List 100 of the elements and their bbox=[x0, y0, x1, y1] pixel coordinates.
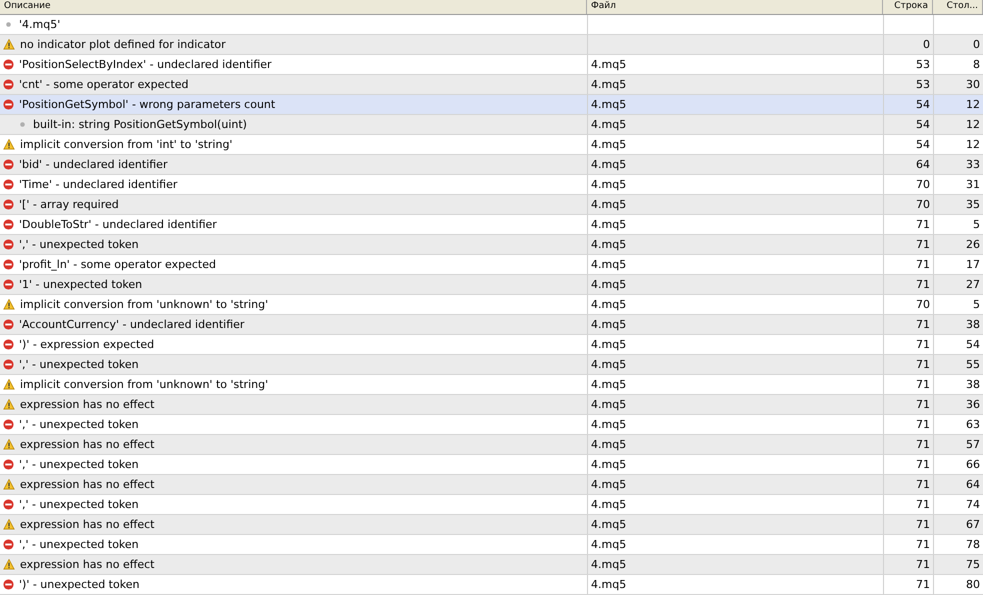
table-row[interactable]: '[' - array required 4.mq5 70 35 bbox=[0, 195, 983, 215]
table-row[interactable]: ',' - unexpected token 4.mq5 71 63 bbox=[0, 415, 983, 435]
error-icon bbox=[3, 499, 14, 510]
message-text: '1' - unexpected token bbox=[19, 278, 142, 291]
table-row[interactable]: expression has no effect 4.mq5 71 57 bbox=[0, 435, 983, 455]
message-text: ',' - unexpected token bbox=[19, 358, 139, 371]
table-row[interactable]: '4.mq5' bbox=[0, 15, 983, 35]
error-icon bbox=[3, 79, 14, 90]
message-text: built-in: string PositionGetSymbol(uint) bbox=[33, 118, 247, 131]
table-row[interactable]: ')' - unexpected token 4.mq5 71 80 bbox=[0, 575, 983, 595]
column-number: 12 bbox=[966, 118, 980, 131]
warning-icon bbox=[3, 559, 15, 570]
line-number: 70 bbox=[916, 298, 930, 311]
table-row[interactable]: 'profit_ln' - some operator expected 4.mq5 71 17 bbox=[0, 255, 983, 275]
warning-icon bbox=[3, 379, 15, 390]
error-icon bbox=[3, 219, 14, 230]
table-row[interactable]: ',' - unexpected token 4.mq5 71 66 bbox=[0, 455, 983, 475]
message-text: 'DoubleToStr' - undeclared identifier bbox=[19, 218, 217, 231]
column-number: 8 bbox=[973, 58, 980, 71]
error-icon bbox=[3, 539, 14, 550]
line-number: 71 bbox=[916, 218, 930, 231]
error-icon bbox=[3, 239, 14, 250]
line-number: 71 bbox=[916, 358, 930, 371]
table-row[interactable]: '1' - unexpected token 4.mq5 71 27 bbox=[0, 275, 983, 295]
error-icon bbox=[3, 259, 14, 270]
column-number: 64 bbox=[966, 478, 980, 491]
table-row[interactable]: expression has no effect 4.mq5 71 75 bbox=[0, 555, 983, 575]
message-text: ',' - unexpected token bbox=[19, 498, 139, 511]
file-name: 4.mq5 bbox=[591, 58, 626, 71]
error-icon bbox=[3, 59, 14, 70]
column-number: 33 bbox=[966, 158, 980, 171]
table-row[interactable]: expression has no effect 4.mq5 71 64 bbox=[0, 475, 983, 495]
message-text: expression has no effect bbox=[20, 478, 154, 491]
table-row[interactable]: implicit conversion from 'int' to 'string' 4.mq5 54 12 bbox=[0, 135, 983, 155]
line-number: 71 bbox=[916, 278, 930, 291]
file-name: 4.mq5 bbox=[591, 178, 626, 191]
column-number: 0 bbox=[973, 38, 980, 51]
column-number: 55 bbox=[966, 358, 980, 371]
table-row[interactable]: expression has no effect 4.mq5 71 67 bbox=[0, 515, 983, 535]
table-row[interactable]: ')' - expression expected 4.mq5 71 54 bbox=[0, 335, 983, 355]
line-number: 71 bbox=[916, 258, 930, 271]
table-row[interactable]: 'PositionSelectByIndex' - undeclared identifier 4.mq5 53 8 bbox=[0, 55, 983, 75]
message-text: no indicator plot defined for indicator bbox=[20, 38, 226, 51]
line-number: 54 bbox=[916, 138, 930, 151]
message-text: '[' - array required bbox=[19, 198, 119, 211]
column-header[interactable]: Описание bbox=[0, 0, 587, 14]
column-number: 54 bbox=[966, 338, 980, 351]
table-row[interactable]: expression has no effect 4.mq5 71 36 bbox=[0, 395, 983, 415]
column-number: 5 bbox=[973, 218, 980, 231]
column-number: 5 bbox=[973, 298, 980, 311]
column-number: 38 bbox=[966, 378, 980, 391]
file-name: 4.mq5 bbox=[591, 98, 626, 111]
warning-icon bbox=[3, 39, 15, 50]
column-number: 66 bbox=[966, 458, 980, 471]
table-row[interactable]: ',' - unexpected token 4.mq5 71 74 bbox=[0, 495, 983, 515]
warning-icon bbox=[3, 399, 15, 410]
table-row[interactable]: built-in: string PositionGetSymbol(uint) 4.mq5 54 12 bbox=[0, 115, 983, 135]
message-text: ',' - unexpected token bbox=[19, 538, 139, 551]
message-text: expression has no effect bbox=[20, 398, 154, 411]
file-name: 4.mq5 bbox=[591, 298, 626, 311]
error-icon bbox=[3, 199, 14, 210]
error-icon bbox=[3, 99, 14, 110]
table-row[interactable]: 'DoubleToStr' - undeclared identifier 4.mq5 71 5 bbox=[0, 215, 983, 235]
table-row[interactable]: ',' - unexpected token 4.mq5 71 78 bbox=[0, 535, 983, 555]
table-row[interactable]: ',' - unexpected token 4.mq5 71 55 bbox=[0, 355, 983, 375]
column-number: 35 bbox=[966, 198, 980, 211]
file-name: 4.mq5 bbox=[591, 278, 626, 291]
file-name: 4.mq5 bbox=[591, 438, 626, 451]
table-row[interactable]: 'bid' - undeclared identifier 4.mq5 64 33 bbox=[0, 155, 983, 175]
message-text: implicit conversion from 'int' to 'string' bbox=[20, 138, 232, 151]
file-name: 4.mq5 bbox=[591, 318, 626, 331]
table-row[interactable]: ',' - unexpected token 4.mq5 71 26 bbox=[0, 235, 983, 255]
file-name: 4.mq5 bbox=[591, 238, 626, 251]
table-row[interactable]: 'AccountCurrency' - undeclared identifier 4.mq5 71 38 bbox=[0, 315, 983, 335]
file-name: 4.mq5 bbox=[591, 498, 626, 511]
line-number: 53 bbox=[916, 58, 930, 71]
line-number: 71 bbox=[916, 338, 930, 351]
message-text: 'PositionGetSymbol' - wrong parameters count bbox=[19, 98, 276, 111]
warning-icon bbox=[3, 299, 15, 310]
column-header[interactable]: Файл bbox=[587, 0, 883, 14]
column-number: 38 bbox=[966, 318, 980, 331]
table-row[interactable]: no indicator plot defined for indicator 0 0 bbox=[0, 35, 983, 55]
line-number: 71 bbox=[916, 418, 930, 431]
line-number: 71 bbox=[916, 458, 930, 471]
line-number: 70 bbox=[916, 178, 930, 191]
line-number: 71 bbox=[916, 438, 930, 451]
line-number: 53 bbox=[916, 78, 930, 91]
table-row[interactable]: 'PositionGetSymbol' - wrong parameters count 4.mq5 54 12 bbox=[0, 95, 983, 115]
table-row[interactable]: 'Time' - undeclared identifier 4.mq5 70 31 bbox=[0, 175, 983, 195]
table-row[interactable]: 'cnt' - some operator expected 4.mq5 53 30 bbox=[0, 75, 983, 95]
column-number: 57 bbox=[966, 438, 980, 451]
message-text: expression has no effect bbox=[20, 518, 154, 531]
line-number: 71 bbox=[916, 398, 930, 411]
column-header[interactable]: Стол... bbox=[933, 0, 983, 14]
table-row[interactable]: implicit conversion from 'unknown' to 'string' 4.mq5 70 5 bbox=[0, 295, 983, 315]
file-name: 4.mq5 bbox=[591, 518, 626, 531]
table-row[interactable]: implicit conversion from 'unknown' to 'string' 4.mq5 71 38 bbox=[0, 375, 983, 395]
line-number: 54 bbox=[916, 118, 930, 131]
column-header[interactable]: Строка bbox=[883, 0, 933, 14]
column-number: 74 bbox=[966, 498, 980, 511]
